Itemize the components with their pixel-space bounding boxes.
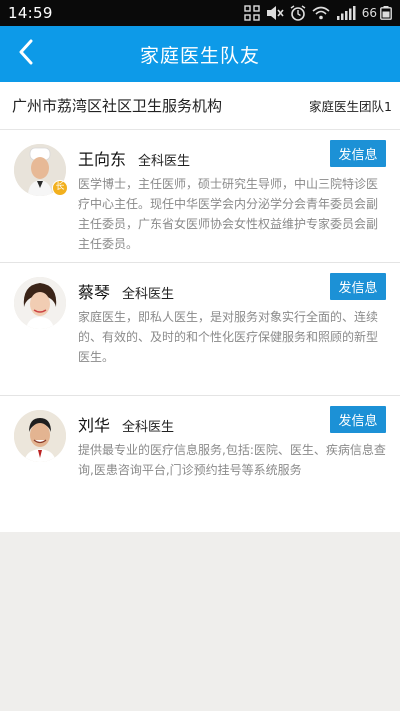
- signal-icon: [336, 4, 356, 22]
- doctor-card[interactable]: 蔡琴 全科医生 发信息 家庭医生，即私人医生，是对服务对象实行全面的、连续的、有…: [0, 263, 400, 396]
- mute-icon: [266, 4, 284, 22]
- doctor-card[interactable]: 长 王向东 全科医生 发信息 医学博士，主任医师，硕士研究生导师，中山三院特诊医…: [0, 130, 400, 263]
- doctor-title: 全科医生: [122, 287, 175, 302]
- send-message-button[interactable]: 发信息: [330, 140, 386, 167]
- chevron-left-icon: [18, 39, 34, 69]
- status-icons: 66: [244, 4, 392, 22]
- status-bar: 14:59 66: [0, 0, 400, 26]
- doctor-description: 家庭医生，即私人医生，是对服务对象实行全面的、连续的、有效的、及时的和个性化医疗…: [78, 310, 379, 364]
- avatar: [14, 410, 66, 462]
- doctor-description: 提供最专业的医疗信息服务,包括:医院、医生、疾病信息查询,医患咨询平台,门诊预约…: [78, 443, 386, 477]
- doctor-title: 全科医生: [122, 420, 175, 435]
- battery-icon: 66: [362, 6, 392, 20]
- doctor-title: 全科医生: [138, 154, 191, 169]
- doctor-card[interactable]: 刘华 全科医生 发信息 提供最专业的医疗信息服务,包括:医院、医生、疾病信息查询…: [0, 396, 400, 532]
- back-button[interactable]: [6, 34, 46, 74]
- status-time: 14:59: [8, 4, 53, 22]
- doctor-name-row: 王向东 全科医生: [78, 146, 190, 170]
- send-message-button[interactable]: 发信息: [330, 406, 386, 433]
- doctor-name: 刘华: [78, 416, 111, 435]
- page-title: 家庭医生队友: [139, 44, 260, 67]
- doctor-name: 蔡琴: [78, 283, 111, 302]
- doctor-list: 长 王向东 全科医生 发信息 医学博士，主任医师，硕士研究生导师，中山三院特诊医…: [0, 130, 400, 532]
- avatar: [14, 277, 66, 329]
- team-name[interactable]: 家庭医生团队1: [309, 96, 392, 115]
- wifi-icon: [312, 4, 330, 22]
- org-name: 广州市荔湾区社区卫生服务机构: [12, 97, 223, 115]
- battery-level: 66: [361, 6, 377, 20]
- doctor-description: 医学博士，主任医师，硕士研究生导师，中山三院特诊医疗中心主任。现任中华医学会内分…: [78, 177, 379, 251]
- doctor-name-row: 蔡琴 全科医生: [78, 279, 174, 303]
- doctor-name-row: 刘华 全科医生: [78, 412, 174, 436]
- screen-icon: [244, 4, 260, 22]
- leader-badge: 长: [52, 180, 68, 196]
- send-message-button[interactable]: 发信息: [330, 273, 386, 300]
- alarm-icon: [290, 4, 306, 22]
- doctor-name: 王向东: [78, 150, 127, 169]
- org-bar: 广州市荔湾区社区卫生服务机构 家庭医生团队1: [0, 82, 400, 130]
- app-header: 家庭医生队友: [0, 26, 400, 82]
